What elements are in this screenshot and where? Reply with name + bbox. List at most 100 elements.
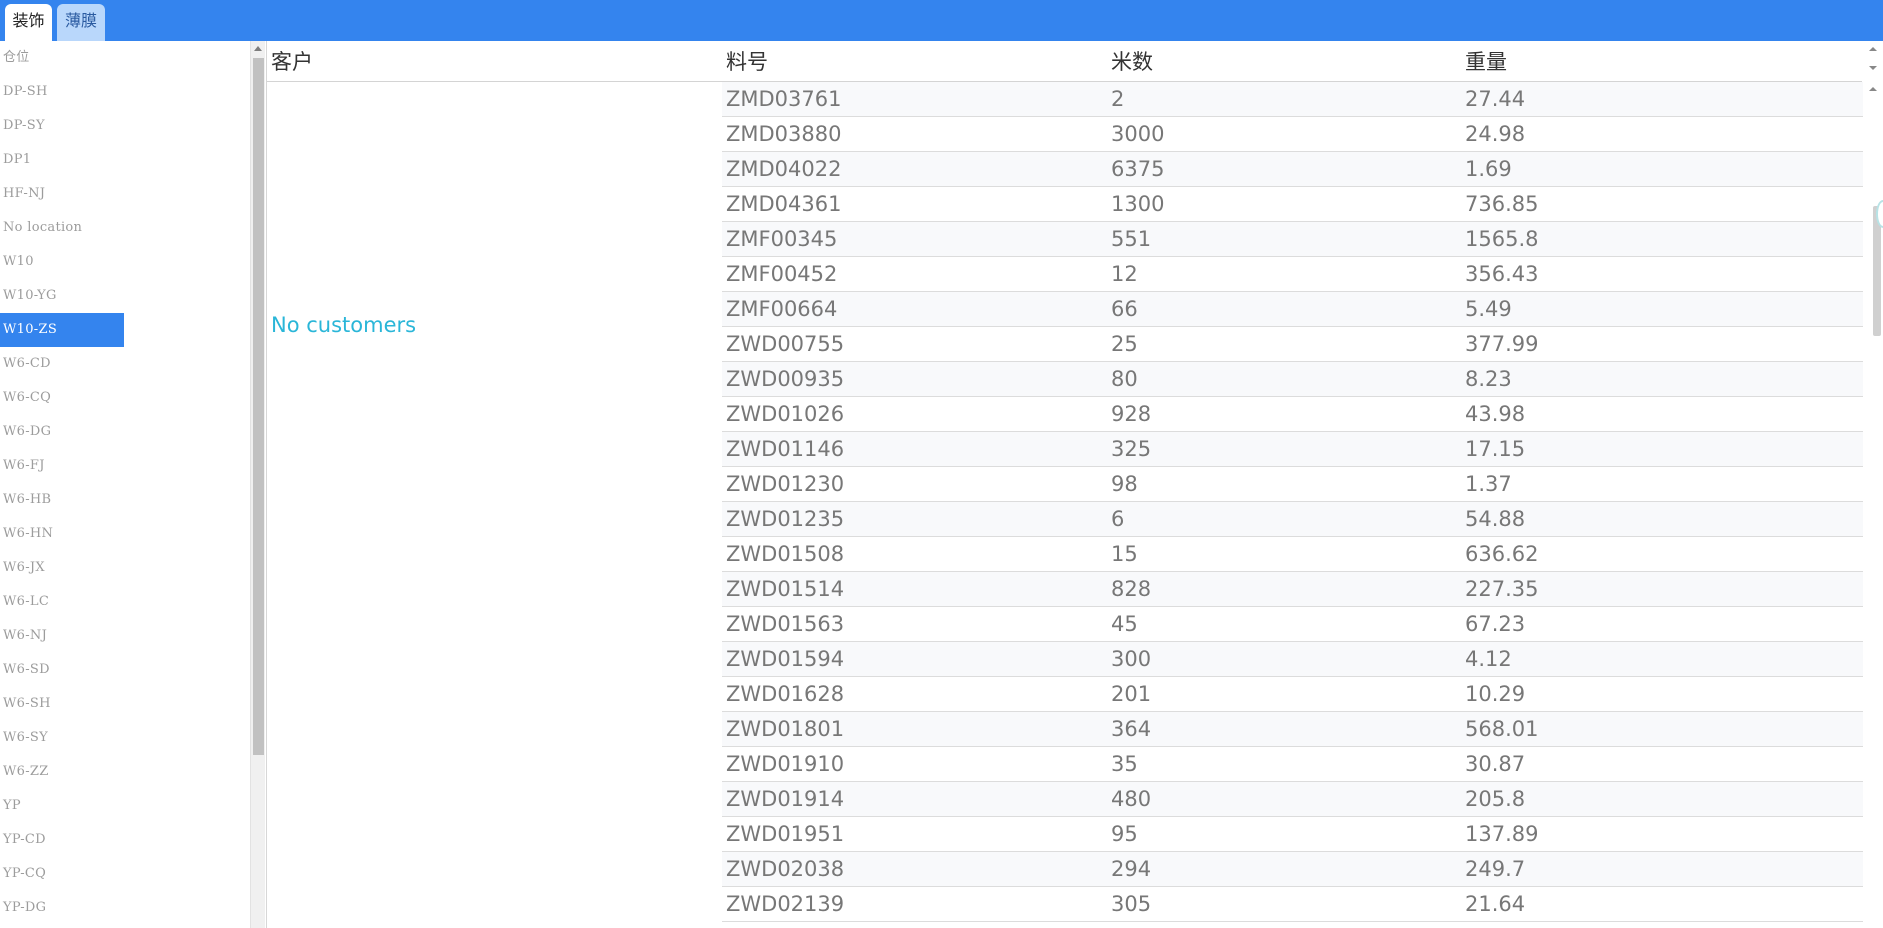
location-item[interactable]: W6-DG (0, 415, 124, 449)
table-row[interactable]: ZWD01563 45 67.23 (722, 607, 1863, 642)
cell-part-no: ZWD01230 (726, 472, 845, 496)
location-item[interactable]: W6-SD (0, 653, 124, 687)
table-row[interactable]: ZWD01594 300 4.12 (722, 642, 1863, 677)
tab-bar: 装饰 薄膜 (0, 0, 1883, 41)
table-row[interactable]: ZWD01146 325 17.15 (722, 432, 1863, 467)
cell-part-no: ZWD01508 (726, 542, 845, 566)
location-item[interactable]: W6-HB (0, 483, 124, 517)
cell-meters: 2 (1111, 87, 1125, 111)
cell-part-no: ZWD01951 (726, 822, 845, 846)
cell-meters: 3000 (1111, 122, 1165, 146)
cell-weight: 4.12 (1465, 647, 1512, 671)
cell-meters: 98 (1111, 472, 1138, 496)
cell-weight: 377.99 (1465, 332, 1539, 356)
table-row[interactable]: ZMF00664 66 5.49 (722, 292, 1863, 327)
location-item[interactable]: No location (0, 211, 124, 245)
cell-part-no: ZMF00664 (726, 297, 838, 321)
location-item[interactable]: YP-CQ (0, 857, 124, 891)
cell-weight: 1.37 (1465, 472, 1512, 496)
table-row[interactable]: ZWD02139 305 21.64 (722, 887, 1863, 922)
table-row[interactable]: ZMD04361 1300 736.85 (722, 187, 1863, 222)
location-item[interactable]: YP (0, 789, 124, 823)
table-row[interactable]: ZWD01628 201 10.29 (722, 677, 1863, 712)
main-scrollbar[interactable] (1863, 41, 1883, 928)
table-row[interactable]: ZWD01914 480 205.8 (722, 782, 1863, 817)
sidebar-scrollbar[interactable] (250, 41, 265, 928)
location-item[interactable]: W6-LC (0, 585, 124, 619)
table-row[interactable]: ZWD01910 35 30.87 (722, 747, 1863, 782)
table-row[interactable]: ZWD01026 928 43.98 (722, 397, 1863, 432)
cell-part-no: ZWD00935 (726, 367, 845, 391)
table-row[interactable]: ZWD01514 828 227.35 (722, 572, 1863, 607)
tab-decoration[interactable]: 装饰 (5, 4, 52, 41)
cell-weight: 137.89 (1465, 822, 1539, 846)
cell-part-no: ZMF00452 (726, 262, 838, 286)
table-row[interactable]: ZMD04022 6375 1.69 (722, 152, 1863, 187)
table-row[interactable]: ZMD03761 2 27.44 (722, 82, 1863, 117)
cell-weight: 21.64 (1465, 892, 1526, 916)
location-item[interactable]: W10-ZS (0, 313, 124, 347)
cell-weight: 43.98 (1465, 402, 1526, 426)
location-item[interactable]: DP-SY (0, 109, 124, 143)
table-row[interactable]: ZMF00345 551 1565.8 (722, 222, 1863, 257)
cell-weight: 636.62 (1465, 542, 1539, 566)
cell-weight: 54.88 (1465, 507, 1526, 531)
cell-weight: 17.15 (1465, 437, 1526, 461)
location-list: 仓位 DP-SH DP-SY DP1 HF-NJ No location W10 W10-YG… (0, 41, 250, 928)
location-item[interactable]: W6-HN (0, 517, 124, 551)
cell-meters: 95 (1111, 822, 1138, 846)
scroll-up-icon[interactable] (1869, 87, 1877, 91)
cell-part-no: ZWD02038 (726, 857, 845, 881)
cell-meters: 294 (1111, 857, 1152, 881)
location-item[interactable]: W10-YG (0, 279, 124, 313)
location-item[interactable]: YP-DG (0, 891, 124, 925)
cell-meters: 325 (1111, 437, 1152, 461)
location-item[interactable]: DP1 (0, 143, 124, 177)
cell-part-no: ZWD01026 (726, 402, 845, 426)
cell-meters: 12 (1111, 262, 1138, 286)
sidebar-scroll-thumb[interactable] (253, 58, 264, 755)
location-item[interactable]: HF-NJ (0, 177, 124, 211)
location-item[interactable]: 仓位 (0, 41, 124, 75)
location-item[interactable]: W6-CQ (0, 381, 124, 415)
cell-weight: 67.23 (1465, 612, 1526, 636)
inventory-table: 客户 料号 米数 重量 No customers ZMD03761 2 27.44 Z… (266, 41, 1863, 928)
scroll-down-icon[interactable] (1869, 66, 1877, 70)
cell-part-no: ZMD03761 (726, 87, 842, 111)
cell-meters: 928 (1111, 402, 1152, 426)
table-row[interactable]: ZWD01230 98 1.37 (722, 467, 1863, 502)
cell-part-no: ZWD01146 (726, 437, 845, 461)
table-row[interactable]: ZWD00935 80 8.23 (722, 362, 1863, 397)
location-item[interactable]: W6-CD (0, 347, 124, 381)
table-row[interactable]: ZWD02038 294 249.7 (722, 852, 1863, 887)
cell-part-no: ZWD01628 (726, 682, 845, 706)
location-item[interactable]: W6-SY (0, 721, 124, 755)
scroll-up-icon[interactable] (1869, 47, 1877, 51)
table-row[interactable]: ZWD01508 15 636.62 (722, 537, 1863, 572)
tab-film[interactable]: 薄膜 (57, 4, 105, 41)
cell-weight: 5.49 (1465, 297, 1512, 321)
cell-meters: 6 (1111, 507, 1125, 531)
location-item[interactable]: W6-NJ (0, 619, 124, 653)
location-item[interactable]: W6-FJ (0, 449, 124, 483)
table-row[interactable]: ZMD03880 3000 24.98 (722, 117, 1863, 152)
table-row[interactable]: ZWD01801 364 568.01 (722, 712, 1863, 747)
location-item[interactable]: DP-SH (0, 75, 124, 109)
table-row[interactable]: ZWD01235 6 54.88 (722, 502, 1863, 537)
scroll-up-icon[interactable] (254, 46, 262, 51)
table-body: ZMD03761 2 27.44 ZMD03880 3000 24.98 ZMD04022 6… (722, 82, 1863, 922)
location-item[interactable]: YP-CD (0, 823, 124, 857)
cell-meters: 15 (1111, 542, 1138, 566)
location-item[interactable]: W6-SH (0, 687, 124, 721)
table-row[interactable]: ZWD01951 95 137.89 (722, 817, 1863, 852)
cell-weight: 736.85 (1465, 192, 1539, 216)
location-item[interactable]: W6-ZZ (0, 755, 124, 789)
cell-part-no: ZWD02139 (726, 892, 845, 916)
cell-part-no: ZWD01910 (726, 752, 845, 776)
location-item[interactable]: W6-JX (0, 551, 124, 585)
table-row[interactable]: ZWD00755 25 377.99 (722, 327, 1863, 362)
location-item[interactable]: W10 (0, 245, 124, 279)
cell-meters: 300 (1111, 647, 1152, 671)
floating-handle[interactable] (1876, 200, 1883, 228)
table-row[interactable]: ZMF00452 12 356.43 (722, 257, 1863, 292)
